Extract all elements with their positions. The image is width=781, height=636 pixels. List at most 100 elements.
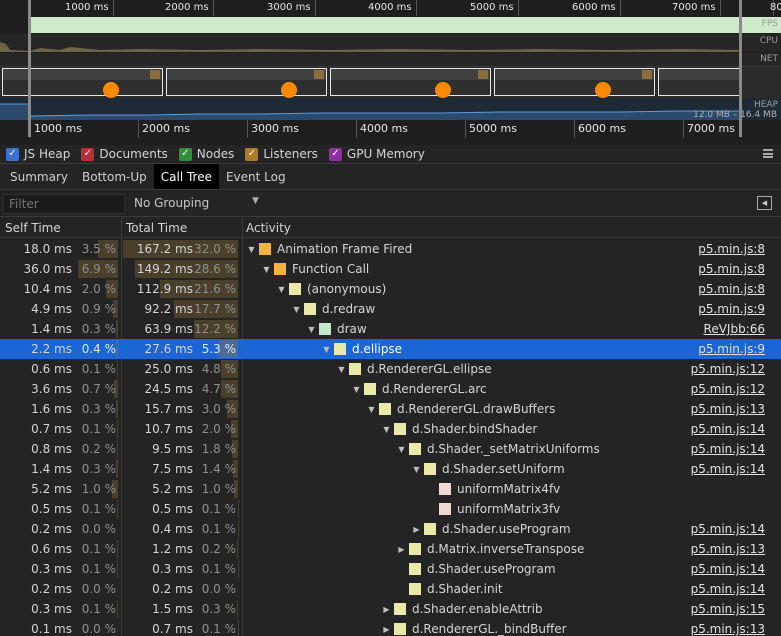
category-swatch-icon	[289, 283, 301, 295]
tab-call-tree[interactable]: Call Tree	[153, 164, 219, 189]
source-link[interactable]: p5.min.js:14	[691, 462, 765, 476]
source-link[interactable]: p5.min.js:12	[691, 362, 765, 376]
table-row[interactable]: 0.8 ms 0.2 % 1.8 % 9.5 ms ▼ d.Shader._setMatr…	[0, 439, 781, 459]
source-link[interactable]: p5.min.js:8	[698, 282, 765, 296]
tab-summary[interactable]: Summary	[3, 164, 75, 189]
table-row[interactable]: 1.4 ms 0.3 % 1.4 % 7.5 ms ▼ d.Shader.setUnifo…	[0, 459, 781, 479]
table-row[interactable]: 1.4 ms 0.3 % 12.2 % 63.9 ms ▼ draw ReVJbb:66	[0, 319, 781, 339]
menu-icon[interactable]	[763, 149, 773, 158]
source-link[interactable]: p5.min.js:14	[691, 562, 765, 576]
grouping-select[interactable]: No Grouping	[134, 196, 209, 210]
table-row[interactable]: 10.4 ms 2.0 % 21.6 % 112.9 ms ▼ (anonymous) p5…	[0, 279, 781, 299]
activity-header[interactable]: Activity	[246, 221, 291, 235]
expand-right-icon[interactable]: ▶	[381, 605, 392, 614]
self-time-value: 1.6 ms	[31, 402, 72, 416]
expand-down-icon[interactable]: ▼	[321, 345, 332, 354]
total-time-value: 1.5 ms	[152, 602, 193, 616]
expand-down-icon[interactable]: ▼	[261, 265, 272, 274]
table-row[interactable]: 1.6 ms 0.3 % 3.0 % 15.7 ms ▼ d.RendererGL.dra…	[0, 399, 781, 419]
expand-down-icon[interactable]: ▼	[276, 285, 287, 294]
source-link[interactable]: p5.min.js:13	[691, 402, 765, 416]
source-link[interactable]: p5.min.js:12	[691, 382, 765, 396]
table-row[interactable]: 4.9 ms 0.9 % 17.7 % 92.2 ms ▼ d.redraw p5.min.…	[0, 299, 781, 319]
self-time-bar	[117, 560, 118, 578]
table-row[interactable]: 0.7 ms 0.1 % 2.0 % 10.7 ms ▼ d.Shader.bindSha…	[0, 419, 781, 439]
table-row[interactable]: 0.2 ms 0.0 % 0.0 % 0.2 ms d.Shader.init p5.mi…	[0, 579, 781, 599]
source-link[interactable]: p5.min.js:9	[698, 302, 765, 316]
table-row[interactable]: 0.3 ms 0.1 % 0.3 % 1.5 ms ▶ d.Shader.enableAt…	[0, 599, 781, 619]
checkbox[interactable]: ✓	[81, 147, 95, 161]
filter-input[interactable]	[3, 194, 125, 214]
counter-listeners[interactable]: ✓ Listeners	[245, 147, 318, 161]
counter-documents[interactable]: ✓ Documents	[81, 147, 168, 161]
counter-gpu-memory[interactable]: ✓ GPU Memory	[328, 147, 425, 161]
screenshot-thumbnail[interactable]	[494, 68, 655, 98]
expand-right-icon[interactable]: ▶	[396, 545, 407, 554]
table-row[interactable]: 0.3 ms 0.1 % 0.1 % 0.3 ms d.Shader.useProgra…	[0, 559, 781, 579]
expand-down-icon[interactable]: ▼	[351, 385, 362, 394]
timeline-overview[interactable]: 1000 ms 2000 ms 3000 ms 4000 ms 5000 ms 6000 …	[0, 0, 781, 145]
counter-nodes[interactable]: ✓ Nodes	[178, 147, 234, 161]
screenshot-thumbnail[interactable]	[658, 68, 740, 96]
source-link[interactable]: p5.min.js:15	[691, 602, 765, 616]
expand-down-icon[interactable]: ▼	[306, 325, 317, 334]
activity-name: d.Shader.setUniform	[442, 462, 565, 476]
expand-right-icon[interactable]: ▶	[381, 625, 392, 634]
expand-down-icon[interactable]: ▼	[411, 465, 422, 474]
source-link[interactable]: p5.min.js:14	[691, 522, 765, 536]
table-row[interactable]: 0.5 ms 0.1 % 0.1 % 0.5 ms uniformMatrix3fv	[0, 499, 781, 519]
checkbox[interactable]: ✓	[6, 147, 19, 161]
self-time-value: 1.4 ms	[31, 462, 72, 476]
checkbox[interactable]: ✓	[328, 147, 342, 161]
expand-down-icon[interactable]: ▼	[396, 445, 407, 454]
expand-down-icon[interactable]: ▼	[366, 405, 377, 414]
total-time-value: 10.7 ms	[144, 422, 193, 436]
source-link[interactable]: ReVJbb:66	[704, 322, 765, 336]
source-link[interactable]: p5.min.js:9	[698, 342, 765, 356]
source-link[interactable]: p5.min.js:13	[691, 622, 765, 636]
table-row[interactable]: 5.2 ms 1.0 % 1.0 % 5.2 ms uniformMatrix4fv	[0, 479, 781, 499]
chevron-down-icon[interactable]: ▼	[252, 196, 259, 206]
table-row[interactable]: 18.0 ms 3.5 % 32.0 % 167.2 ms ▼ Animation Fra…	[0, 239, 781, 259]
ruler-label: 1000 ms	[34, 122, 82, 135]
table-row[interactable]: 0.1 ms 0.0 % 0.1 % 0.7 ms ▶ d.RendererGL._bin…	[0, 619, 781, 636]
table-row[interactable]: 3.6 ms 0.7 % 4.7 % 24.5 ms ▼ d.RendererGL.arc…	[0, 379, 781, 399]
self-time-percent: 0.1 %	[77, 559, 118, 579]
table-row[interactable]: 2.2 ms 0.4 % 5.3 % 27.6 ms ▼ d.ellipse p5.min.…	[0, 339, 781, 359]
expand-down-icon[interactable]: ▼	[381, 425, 392, 434]
expand-right-icon[interactable]: ▶	[411, 525, 422, 534]
source-link[interactable]: p5.min.js:14	[691, 582, 765, 596]
expand-down-icon[interactable]: ▼	[246, 245, 257, 254]
source-link[interactable]: p5.min.js:13	[691, 542, 765, 556]
total-time-value: 7.5 ms	[152, 462, 193, 476]
expand-down-icon[interactable]: ▼	[336, 365, 347, 374]
ruler-label: 80	[770, 2, 781, 13]
selection-handle-right[interactable]	[739, 0, 742, 137]
total-time-header[interactable]: Total Time	[126, 221, 187, 235]
checkbox[interactable]: ✓	[245, 147, 259, 161]
screenshots-track[interactable]	[0, 67, 781, 98]
checkbox[interactable]: ✓	[178, 147, 192, 161]
screenshot-thumbnail[interactable]	[166, 68, 327, 98]
expand-down-icon[interactable]: ▼	[291, 305, 302, 314]
self-time-header[interactable]: Self Time	[5, 221, 61, 235]
table-row[interactable]: 36.0 ms 6.9 % 28.6 % 149.2 ms ▼ Function Call…	[0, 259, 781, 279]
table-row[interactable]: 0.6 ms 0.1 % 4.8 % 25.0 ms ▼ d.RendererGL.ell…	[0, 359, 781, 379]
table-row[interactable]: 0.2 ms 0.0 % 0.1 % 0.4 ms ▶ d.Shader.useProgr…	[0, 519, 781, 539]
selection-handle-left[interactable]	[28, 0, 31, 137]
source-link[interactable]: p5.min.js:8	[698, 242, 765, 256]
screenshot-thumbnail[interactable]	[2, 68, 163, 98]
tab-event-log[interactable]: Event Log	[219, 164, 293, 189]
total-time-percent-text: 0.0 %	[201, 582, 236, 596]
counter-js-heap[interactable]: ✓ JS Heap	[6, 147, 70, 161]
self-time-percent: 6.9 %	[77, 259, 118, 279]
source-link[interactable]: p5.min.js:14	[691, 422, 765, 436]
source-link[interactable]: p5.min.js:8	[698, 262, 765, 276]
table-row[interactable]: 0.6 ms 0.1 % 0.2 % 1.2 ms ▶ d.Matrix.inverseT…	[0, 539, 781, 559]
source-link[interactable]: p5.min.js:14	[691, 442, 765, 456]
call-tree-body[interactable]: 18.0 ms 3.5 % 32.0 % 167.2 ms ▼ Animation Fra…	[0, 239, 781, 636]
sidebar-toggle-icon[interactable]: ◀	[757, 196, 772, 210]
activity-name: d.Shader.bindShader	[412, 422, 538, 436]
tab-bottom-up[interactable]: Bottom-Up	[75, 164, 154, 189]
screenshot-thumbnail[interactable]	[330, 68, 491, 98]
